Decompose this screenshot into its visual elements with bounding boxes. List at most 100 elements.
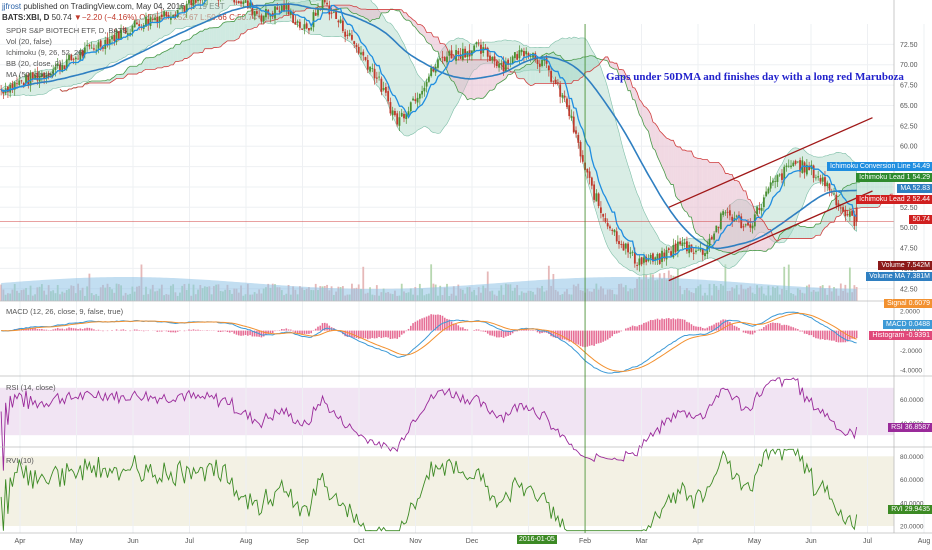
rvi-label[interactable]: RVI (10) [6,456,34,465]
macd-histogram-bar [758,329,761,331]
y-tick-label: 65.00 [900,103,918,110]
candle-body [235,1,238,3]
candle-body [276,7,279,10]
candle-body [735,215,738,217]
tag-signal: Signal 0.6079 [884,299,932,308]
candle-body [378,76,381,78]
tag-rsi: RSI 36.8587 [888,423,932,432]
candle-body [767,188,770,194]
ichimoku-cloud-segment [677,146,681,201]
candle-body [301,29,304,30]
candle-body [815,177,817,179]
macd-histogram-bar [604,330,607,341]
candle-body [188,0,190,4]
macd-histogram-bar [235,330,238,335]
macd-y-tick: -2.0000 [900,348,922,355]
candle-body [244,0,247,3]
candle-body [498,63,500,68]
macd-histogram-bar [319,325,322,331]
macd-histogram-bar [72,328,75,331]
candle-body [355,44,358,48]
macd-histogram-bar [629,326,632,331]
candle-body [258,15,261,17]
macd-histogram-bar [206,330,208,331]
ichimoku-cloud-segment [216,27,219,48]
macd-histogram-bar [797,329,799,331]
ichimoku-cloud-segment [659,131,663,167]
ichimoku-cloud-segment [471,59,475,100]
tag-value: 29.9435 [904,506,930,513]
macd-histogram-bar [389,330,392,339]
y-tick-label: 70.00 [900,62,918,69]
ichimoku-cloud-segment [528,64,531,86]
x-tick-label: May [748,538,762,545]
candle-body [351,34,353,40]
candle-body [194,0,197,3]
macd-histogram-bar [751,330,754,335]
ichimoku-cloud-segment [657,126,660,162]
rvi-y-tick: 60.0000 [900,477,924,484]
legend-bb[interactable]: BB (20, close, 2) [6,59,61,68]
macd-histogram-bar [672,318,675,331]
candle-body [151,19,154,20]
tag-conversion-line: Ichimoku Conversion Line 54.49 [826,162,932,171]
macd-histogram-bar [278,330,281,331]
candle-body [500,63,503,65]
macd-pane[interactable] [1,311,858,374]
macd-histogram-bar [61,328,64,331]
macd-histogram-bar [280,328,283,331]
ichimoku-cloud-segment [589,55,592,72]
macd-histogram-bar [382,330,385,338]
candle-body [839,207,842,209]
candle-body [464,48,467,58]
candle-body [588,171,591,178]
candle-body [638,258,641,266]
macd-histogram-bar [778,323,781,331]
ichimoku-cloud-segment [148,57,151,70]
candle-body [93,48,95,50]
candle-body [563,95,566,98]
macd-histogram-bar [249,330,251,336]
macd-histogram-bar [188,329,190,331]
candle-body [357,46,360,54]
candle-body [77,58,79,60]
rsi-label[interactable]: RSI (14, close) [6,383,56,392]
candle-body [541,60,543,67]
candle-body [536,59,539,64]
candle-body [348,33,351,36]
legend-vol[interactable]: Vol (20, false) [6,37,52,46]
candle-body [683,242,686,244]
macd-histogram-bar [609,330,611,338]
macd-histogram-bar [600,330,602,343]
candle-body [154,17,156,20]
macd-histogram-bar [142,330,145,332]
macd-histogram-bar [826,330,829,340]
candle-body [389,102,392,114]
candle-body [760,207,763,211]
candle-body [681,242,684,246]
ichimoku-cloud-segment [161,51,165,68]
macd-histogram-bar [634,326,636,331]
macd-histogram-bar [636,326,638,331]
ichimoku-cloud-segment [517,69,520,79]
macd-histogram-bar [480,330,482,332]
macd-label[interactable]: MACD (12, 26, close, 9, false, true) [6,307,123,316]
ichimoku-cloud-segment [521,66,524,79]
candle-body [409,102,412,112]
macd-histogram-bar [122,329,125,331]
ichimoku-cloud-segment [564,60,567,84]
legend-ma[interactable]: MA (50, close) [6,70,54,79]
ichimoku-cloud-segment [680,146,683,208]
candle-body [414,99,417,102]
price-pane[interactable] [0,0,894,301]
ichimoku-cloud-segment [802,226,805,239]
candle-body [430,67,433,76]
candle-body [701,249,704,255]
macd-histogram-bar [837,330,840,343]
macd-histogram-bar [376,330,378,339]
macd-histogram-bar [828,330,831,341]
macd-histogram-bar [787,325,790,331]
candle-body [285,5,288,10]
ichimoku-cloud-segment [483,59,486,99]
legend-ichimoku[interactable]: Ichimoku (9, 26, 52, 26) [6,48,85,57]
